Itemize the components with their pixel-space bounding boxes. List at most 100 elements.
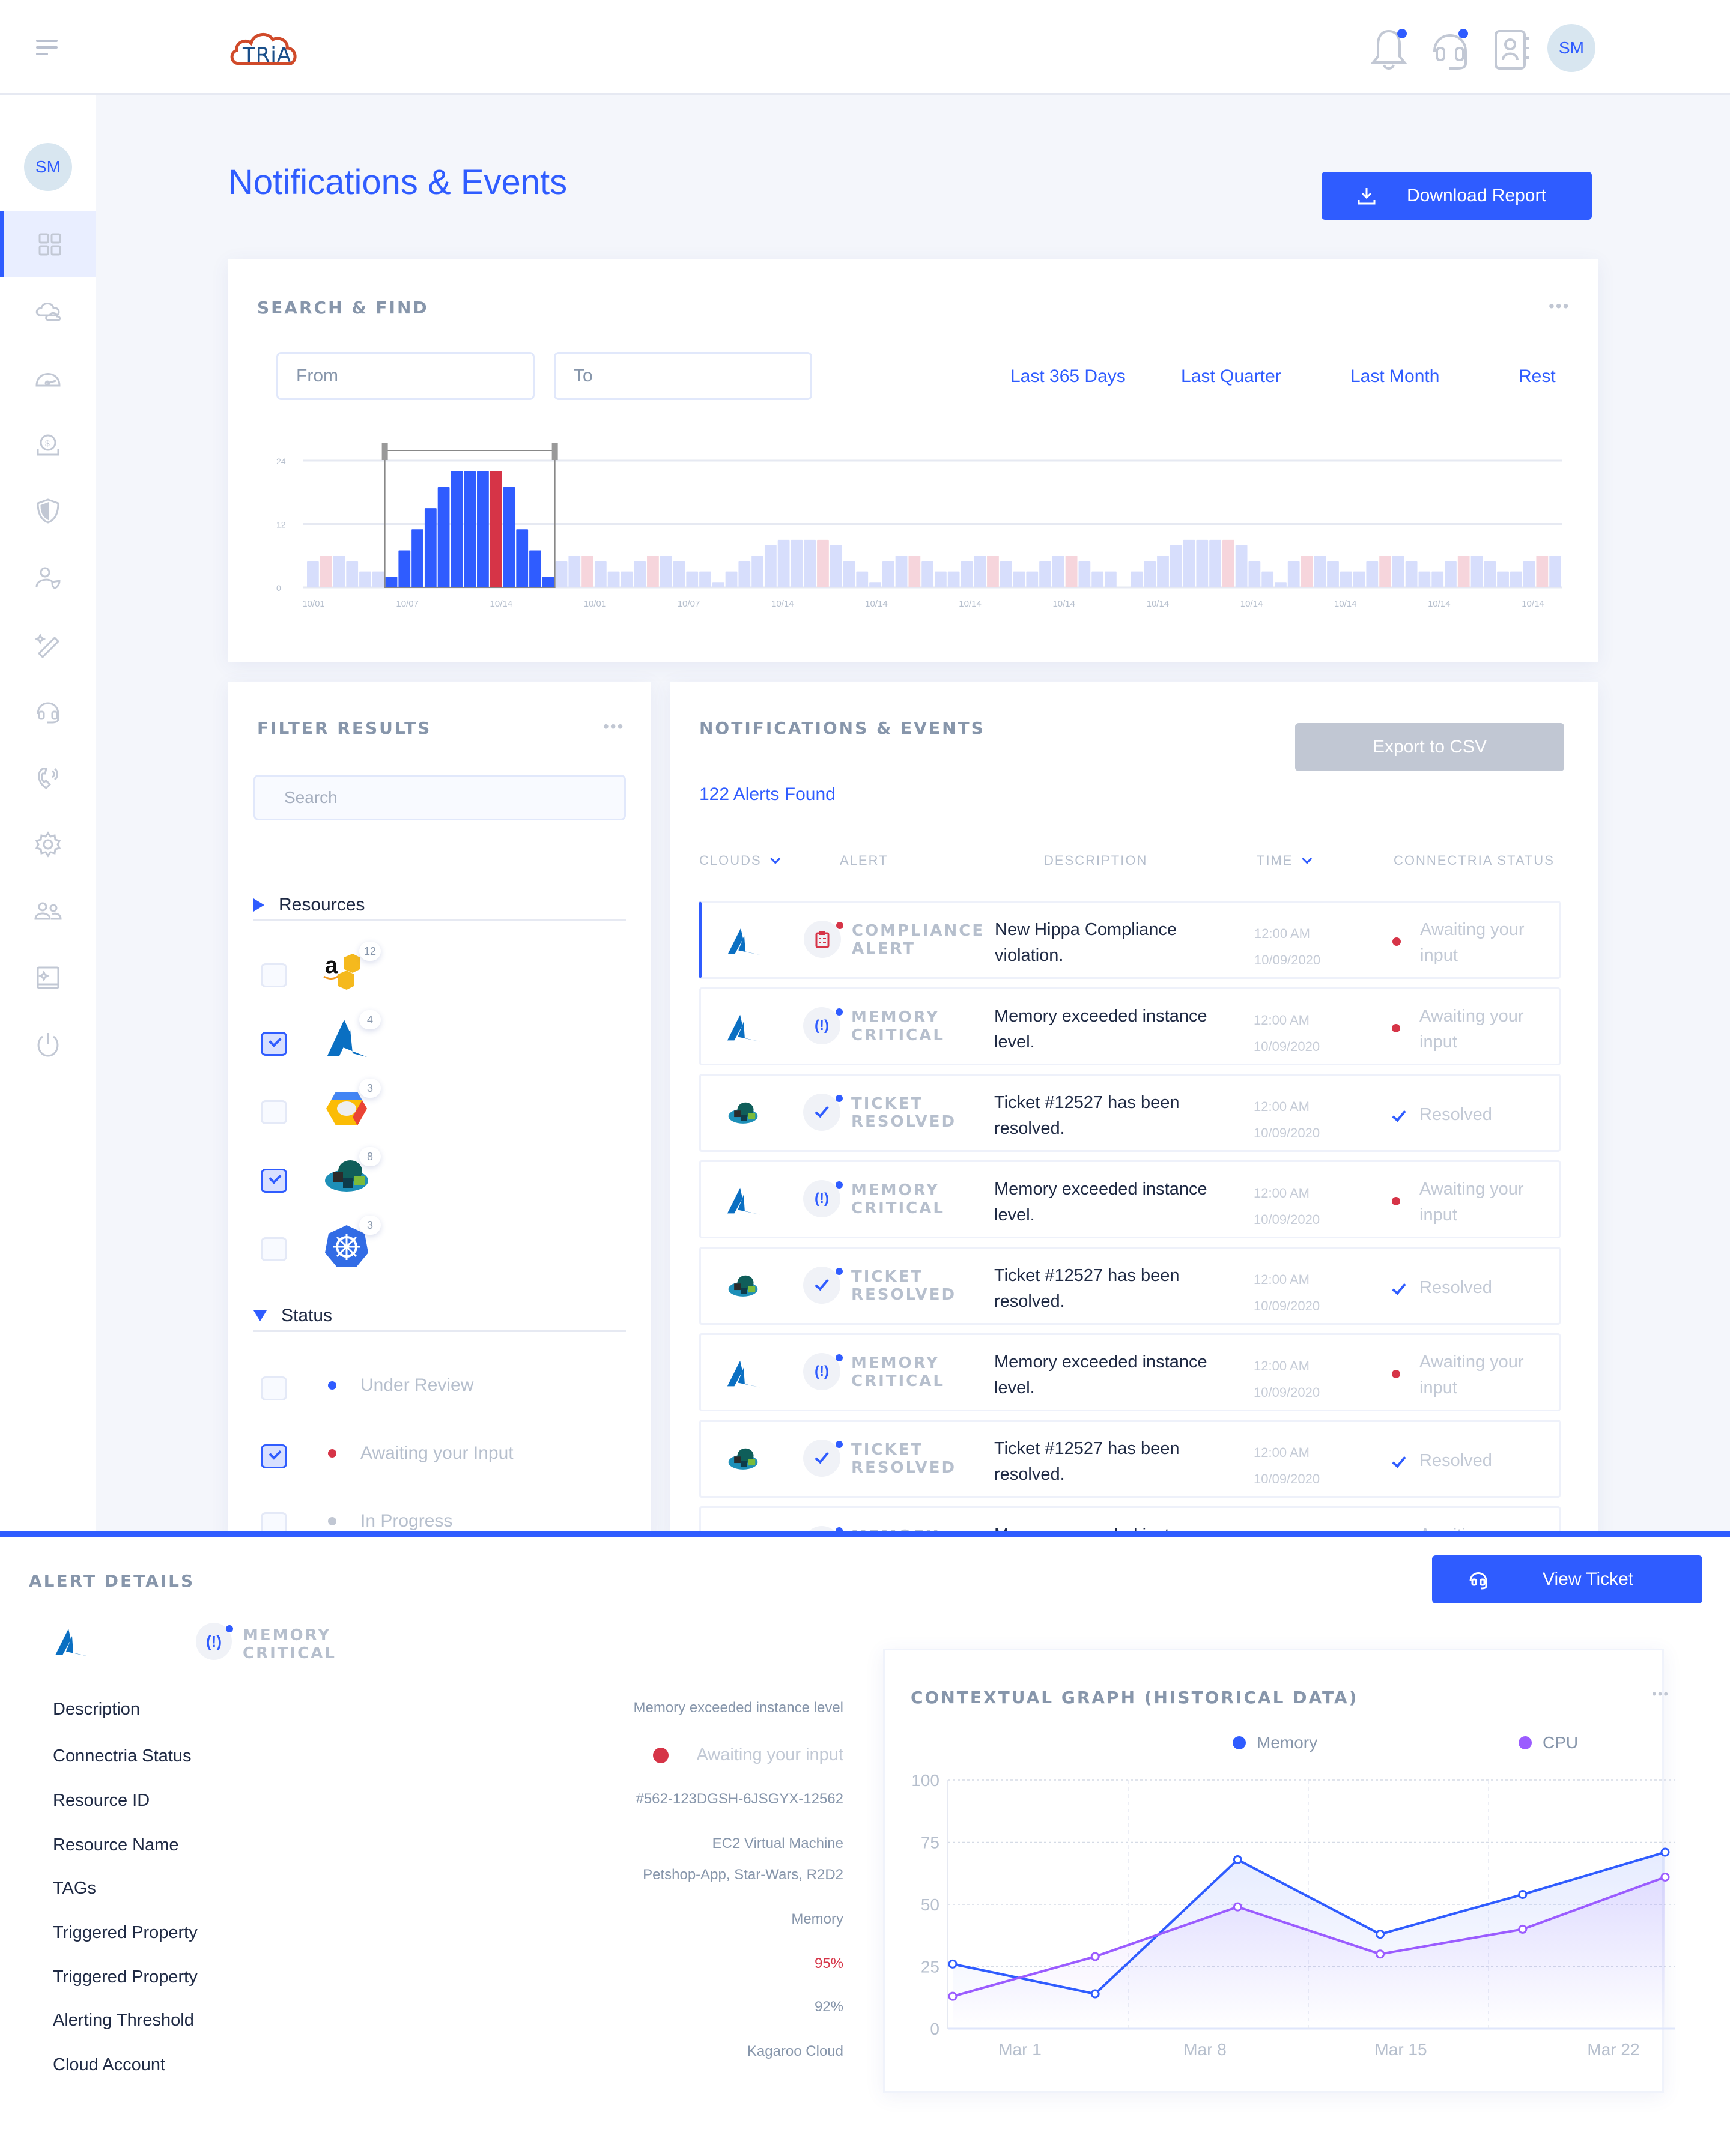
alert-line1: TICKET	[851, 1095, 924, 1113]
alert-line2: CRITICAL	[851, 1372, 945, 1390]
legend-cpu[interactable]: CPU	[1519, 1733, 1578, 1752]
y-tick-label: 100	[911, 1771, 939, 1790]
data-point-memory[interactable]	[948, 1959, 958, 1969]
legend-memory[interactable]: Memory	[1233, 1733, 1317, 1752]
row-date-value: 10/09/2020	[1254, 952, 1321, 967]
detail-value: 95%	[814, 1955, 843, 1972]
row-time: 12:00 AM 10/09/2020	[1254, 1267, 1320, 1319]
alert-type-line2: CRITICAL	[243, 1644, 336, 1662]
row-status: Awaiting your input	[1420, 920, 1525, 965]
legend-cpu-label: CPU	[1543, 1733, 1579, 1752]
row-status: Awaiting your input	[1419, 1522, 1558, 1531]
row-time-value: 12:00 AM	[1254, 1013, 1310, 1028]
alert-line2: ALERT	[852, 940, 916, 958]
data-point-memory[interactable]	[1660, 1847, 1670, 1857]
detail-value: Memory exceeded instance level	[633, 1700, 843, 1716]
row-cloud	[725, 1012, 761, 1044]
azure-logo-icon	[727, 1014, 760, 1042]
event-row[interactable]: (!) MEMORYCRITICAL Memory exceeded instanc…	[699, 1160, 1561, 1238]
row-time: 12:00 AM 10/09/2020	[1254, 1180, 1320, 1233]
data-point-memory[interactable]	[1233, 1855, 1242, 1864]
row-time: 12:00 AM 10/09/2020	[1254, 1094, 1320, 1146]
event-row[interactable]: TICKET RESOLVED Ticket #12527 has been res…	[699, 1420, 1561, 1498]
detail-value: Awaiting your input	[653, 1745, 843, 1765]
view-ticket-button[interactable]: View Ticket	[1432, 1555, 1702, 1603]
row-status: Awaiting your input	[1419, 1007, 1524, 1052]
alert-dot	[226, 1625, 233, 1632]
row-alert-icon	[803, 1267, 843, 1304]
event-row[interactable]: TICKET RESOLVED Ticket #12527 has been res…	[699, 1247, 1561, 1325]
alert-line1: MEMORY	[851, 1181, 940, 1199]
row-alert-type: MEMORYCRITICAL	[851, 1527, 945, 1531]
clipboard-icon	[815, 931, 830, 948]
resolved-check-icon	[1392, 1107, 1406, 1122]
row-description: Memory exceeded instance level.	[994, 1007, 1207, 1052]
row-description: Ticket #12527 has been resolved.	[994, 1266, 1180, 1311]
row-date-value: 10/09/2020	[1254, 1471, 1320, 1486]
view-ticket-label: View Ticket	[1543, 1569, 1634, 1589]
event-row[interactable]: (!) MEMORYCRITICAL Memory exceeded instanc…	[699, 987, 1561, 1065]
contextual-line-chart[interactable]: 0 25 50 75 100 Mar 1 Mar 8 Mar 15 Mar 22	[889, 1760, 1682, 2060]
row-status: Awaiting your input	[1419, 1179, 1524, 1225]
data-point-cpu[interactable]	[1660, 1872, 1670, 1882]
event-row[interactable]: TICKET RESOLVED Ticket #12527 has been res…	[699, 1074, 1561, 1152]
event-row[interactable]: COMPLIANCE ALERT New Hippa Compliance viol…	[699, 901, 1561, 979]
detail-label: Resource ID	[53, 1791, 150, 1810]
graph-more-icon[interactable]: •••	[1652, 1686, 1669, 1702]
row-cloud	[725, 1098, 761, 1131]
event-row[interactable]: (!) MEMORYCRITICAL Memory exceeded instanc…	[699, 1333, 1561, 1411]
alert-line2: RESOLVED	[851, 1459, 957, 1477]
memory-alert-icon: (!)	[815, 1017, 829, 1034]
detail-label: Resource Name	[53, 1835, 179, 1855]
x-tick-label: Mar 8	[1183, 2040, 1227, 2059]
row-alert-icon: (!)	[803, 1007, 843, 1044]
row-alert-icon	[804, 921, 843, 958]
detail-label: Alerting Threshold	[53, 2011, 194, 2030]
alert-line2: RESOLVED	[851, 1286, 957, 1304]
status-dot	[653, 1747, 669, 1763]
row-alert-icon	[803, 1094, 843, 1131]
row-cloud	[725, 1271, 761, 1304]
row-time: 12:00 AM 10/09/2020	[1254, 1007, 1320, 1060]
row-description: New Hippa Compliance violation.	[995, 920, 1177, 965]
legend-memory-label: Memory	[1257, 1733, 1318, 1752]
detail-value: Memory	[791, 1911, 843, 1927]
row-cloud	[725, 1444, 761, 1477]
alert-dot	[836, 1268, 843, 1275]
vmware-logo-icon	[728, 1275, 758, 1297]
alert-dot	[836, 1008, 843, 1016]
row-cloud	[726, 925, 762, 958]
row-time-value: 12:00 AM	[1254, 1099, 1310, 1114]
data-point-cpu[interactable]	[1090, 1952, 1100, 1961]
row-description: Memory exceeded instance level.	[994, 1352, 1207, 1397]
vmware-logo-icon	[728, 1102, 758, 1124]
detail-value: EC2 Virtual Machine	[712, 1835, 843, 1852]
data-point-memory[interactable]	[1376, 1930, 1385, 1939]
row-time: 12:00 AM 10/09/2020	[1254, 921, 1320, 974]
alert-dot	[836, 1527, 843, 1531]
alert-line1: MEMORY	[851, 1008, 940, 1026]
event-row[interactable]: (!) MEMORYCRITICAL Memory exceeded instanc…	[699, 1506, 1561, 1531]
alert-type-line1: MEMORY	[243, 1626, 332, 1644]
data-point-cpu[interactable]	[1518, 1924, 1528, 1934]
data-point-memory[interactable]	[1090, 1989, 1100, 1999]
row-date-value: 10/09/2020	[1254, 1039, 1320, 1054]
data-point-cpu[interactable]	[1376, 1949, 1385, 1959]
alert-type-label: MEMORY CRITICAL	[243, 1626, 336, 1662]
memory-alert-icon: (!)	[815, 1363, 829, 1379]
row-time-value: 12:00 AM	[1254, 1185, 1310, 1201]
detail-label: TAGs	[53, 1879, 96, 1898]
row-alert-icon: (!)	[803, 1353, 843, 1390]
row-alert-type: MEMORYCRITICAL	[851, 1008, 945, 1044]
row-description: Ticket #12527 has been resolved.	[994, 1093, 1180, 1138]
row-alert-type: TICKET RESOLVED	[851, 1441, 956, 1477]
row-date-value: 10/09/2020	[1254, 1298, 1320, 1313]
row-alert-icon	[803, 1440, 843, 1477]
data-point-cpu[interactable]	[1233, 1902, 1242, 1912]
row-date-value: 10/09/2020	[1254, 1125, 1320, 1140]
x-tick-label: Mar 22	[1587, 2040, 1639, 2059]
memory-alert-icon: (!)	[815, 1190, 829, 1207]
data-point-memory[interactable]	[1518, 1889, 1528, 1899]
detail-label: Cloud Account	[53, 2055, 166, 2074]
data-point-cpu[interactable]	[948, 1991, 958, 2001]
